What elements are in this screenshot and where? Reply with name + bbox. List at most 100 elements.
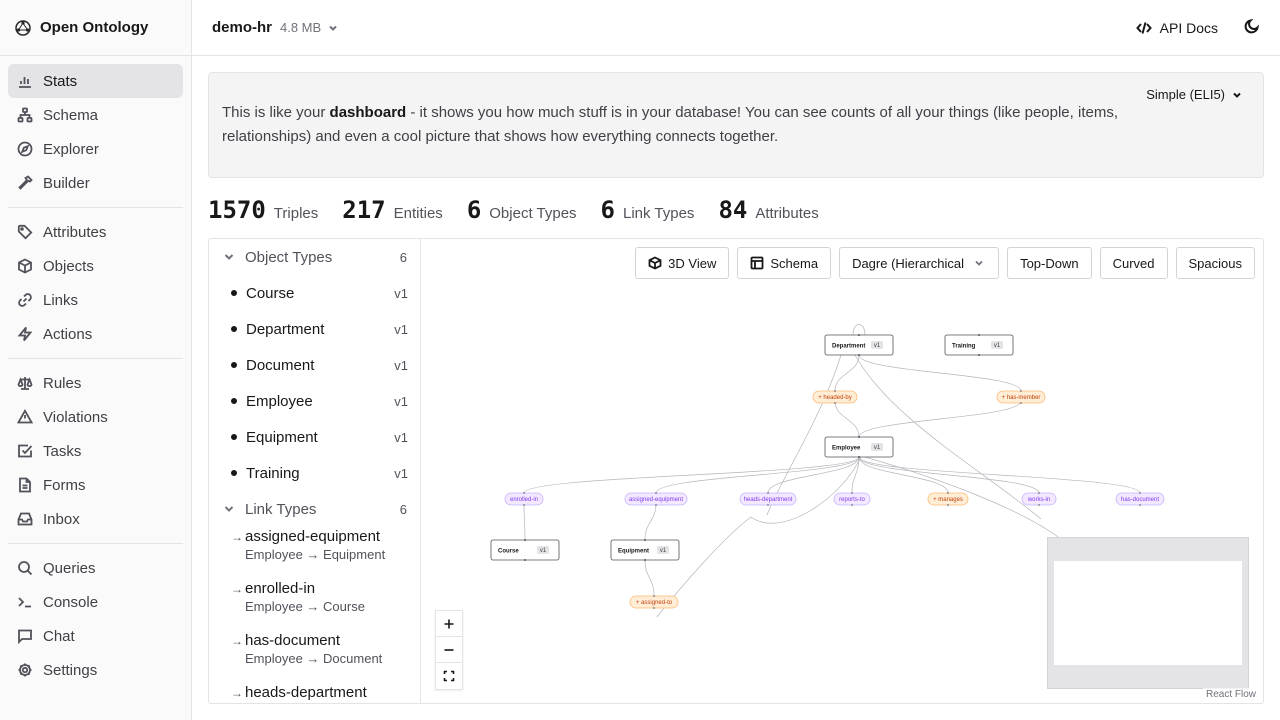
spacing-button[interactable]: Spacious bbox=[1175, 247, 1255, 279]
sidebar-item-rules[interactable]: Rules bbox=[8, 366, 183, 400]
graph-link-enrolled-in[interactable]: enrolled-in bbox=[504, 492, 544, 506]
node-handle[interactable] bbox=[858, 436, 860, 438]
sidebar-item-attributes[interactable]: Attributes bbox=[8, 215, 183, 249]
link-type-assigned-equipment[interactable]: → assigned-equipment Employee → Equipment bbox=[209, 527, 420, 579]
link-handle[interactable] bbox=[947, 492, 949, 494]
sidebar-item-objects[interactable]: Objects bbox=[8, 249, 183, 283]
zoom-out-button[interactable] bbox=[436, 637, 462, 663]
graph-link-headed-by[interactable]: + headed-by bbox=[812, 390, 858, 404]
node-handle[interactable] bbox=[978, 354, 980, 356]
schema-button[interactable]: Schema bbox=[737, 247, 832, 279]
sidebar-item-schema[interactable]: Schema bbox=[8, 98, 183, 132]
zoom-in-button[interactable] bbox=[436, 611, 462, 637]
graph-node-department[interactable]: Department v1 bbox=[824, 334, 894, 356]
object-type-equipment[interactable]: Equipment v1 bbox=[209, 419, 420, 455]
link-handle[interactable] bbox=[1020, 390, 1022, 392]
graph-link-manages[interactable]: + manages bbox=[927, 492, 969, 506]
link-handle[interactable] bbox=[851, 492, 853, 494]
graph-node-course[interactable]: Course v1 bbox=[490, 539, 560, 561]
sidebar-item-tasks[interactable]: Tasks bbox=[8, 434, 183, 468]
graph-edge bbox=[644, 559, 655, 597]
object-type-department[interactable]: Department v1 bbox=[209, 311, 420, 347]
link-types-header[interactable]: Link Types 6 bbox=[209, 491, 420, 527]
sidebar-item-stats[interactable]: Stats bbox=[8, 64, 183, 98]
sidebar-item-actions[interactable]: Actions bbox=[8, 317, 183, 351]
graph-node-training[interactable]: Training v1 bbox=[944, 334, 1014, 356]
graph-edge bbox=[858, 400, 1022, 438]
sidebar-item-queries[interactable]: Queries bbox=[8, 551, 183, 585]
link-handle[interactable] bbox=[523, 492, 525, 494]
link-handle[interactable] bbox=[1139, 504, 1141, 506]
graph-link-assigned-to[interactable]: + assigned-to bbox=[629, 595, 679, 609]
fit-view-button[interactable] bbox=[436, 663, 462, 689]
sidebar-item-explorer[interactable]: Explorer bbox=[8, 132, 183, 166]
sidebar-item-label: Inbox bbox=[43, 510, 80, 528]
object-type-employee[interactable]: Employee v1 bbox=[209, 383, 420, 419]
link-handle[interactable] bbox=[767, 492, 769, 494]
link-handle[interactable] bbox=[523, 504, 525, 506]
link-handle[interactable] bbox=[655, 492, 657, 494]
object-type-training[interactable]: Training v1 bbox=[209, 455, 420, 491]
node-handle[interactable] bbox=[858, 354, 860, 356]
link-type-enrolled-in[interactable]: → enrolled-in Employee → Course bbox=[209, 579, 420, 631]
link-handle[interactable] bbox=[1038, 504, 1040, 506]
link-handle[interactable] bbox=[653, 607, 655, 609]
object-types-header[interactable]: Object Types 6 bbox=[209, 239, 420, 275]
sidebar-item-chat[interactable]: Chat bbox=[8, 619, 183, 653]
node-handle[interactable] bbox=[644, 539, 646, 541]
minimap[interactable] bbox=[1047, 537, 1249, 689]
graph-link-has-member[interactable]: + has-member bbox=[996, 390, 1046, 404]
graph-link-assigned-equipment[interactable]: assigned-equipment bbox=[624, 492, 688, 506]
link-type-has-document[interactable]: → has-document Employee → Document bbox=[209, 631, 420, 683]
graph-node-employee[interactable]: Employee v1 bbox=[824, 436, 894, 458]
layout-select[interactable]: Dagre (Hierarchical bbox=[839, 247, 1000, 279]
sidebar-item-inbox[interactable]: Inbox bbox=[8, 502, 183, 536]
object-type-version: v1 bbox=[394, 321, 408, 337]
link-handle[interactable] bbox=[834, 390, 836, 392]
explanation-mode-label: Simple (ELI5) bbox=[1146, 87, 1225, 102]
graph-link-works-in[interactable]: works-in bbox=[1021, 492, 1057, 506]
node-handle[interactable] bbox=[858, 334, 860, 336]
api-docs-link[interactable]: API Docs bbox=[1135, 20, 1218, 36]
database-name[interactable]: demo-hr bbox=[212, 19, 272, 36]
node-handle[interactable] bbox=[978, 334, 980, 336]
object-type-document[interactable]: Document v1 bbox=[209, 347, 420, 383]
sidebar-item-builder[interactable]: Builder bbox=[8, 166, 183, 200]
link-handle[interactable] bbox=[834, 402, 836, 404]
node-handle[interactable] bbox=[524, 539, 526, 541]
link-handle[interactable] bbox=[851, 504, 853, 506]
theme-toggle-button[interactable] bbox=[1244, 18, 1260, 39]
sidebar-item-label: Objects bbox=[43, 257, 94, 275]
sidebar-item-links[interactable]: Links bbox=[8, 283, 183, 317]
link-handle[interactable] bbox=[653, 595, 655, 597]
minimap-viewport[interactable] bbox=[1054, 561, 1242, 665]
sidebar-item-label: Builder bbox=[43, 174, 90, 192]
explanation-mode-select[interactable]: Simple (ELI5) bbox=[1146, 87, 1243, 102]
sidebar-item-violations[interactable]: Violations bbox=[8, 400, 183, 434]
direction-button[interactable]: Top-Down bbox=[1007, 247, 1092, 279]
3d-view-button[interactable]: 3D View bbox=[635, 247, 730, 279]
chevron-down-icon[interactable] bbox=[327, 22, 339, 34]
link-handle[interactable] bbox=[1139, 492, 1141, 494]
graph-node-equipment[interactable]: Equipment v1 bbox=[610, 539, 680, 561]
node-handle[interactable] bbox=[524, 559, 526, 561]
graph-link-has-document[interactable]: has-document bbox=[1115, 492, 1165, 506]
link-handle[interactable] bbox=[1038, 492, 1040, 494]
object-type-course[interactable]: Course v1 bbox=[209, 275, 420, 311]
edge-style-button[interactable]: Curved bbox=[1099, 247, 1168, 279]
sidebar-item-settings[interactable]: Settings bbox=[8, 653, 183, 687]
sidebar-item-console[interactable]: Console bbox=[8, 585, 183, 619]
link-handle[interactable] bbox=[655, 504, 657, 506]
node-handle[interactable] bbox=[858, 456, 860, 458]
node-handle[interactable] bbox=[644, 559, 646, 561]
graph-canvas[interactable]: Department v1 Training v1 Employee v1 Course v1… bbox=[421, 239, 1263, 703]
graph-link-reports-to[interactable]: reports-to bbox=[833, 492, 871, 506]
sidebar-item-forms[interactable]: Forms bbox=[8, 468, 183, 502]
link-handle[interactable] bbox=[947, 504, 949, 506]
link-type-heads-department[interactable]: → heads-department bbox=[209, 683, 420, 703]
graph-link-heads-department[interactable]: heads-department bbox=[739, 492, 797, 506]
brand[interactable]: Open Ontology bbox=[0, 0, 191, 56]
link-handle[interactable] bbox=[767, 504, 769, 506]
link-handle[interactable] bbox=[1020, 402, 1022, 404]
react-flow-attribution[interactable]: React Flow bbox=[1202, 688, 1259, 701]
